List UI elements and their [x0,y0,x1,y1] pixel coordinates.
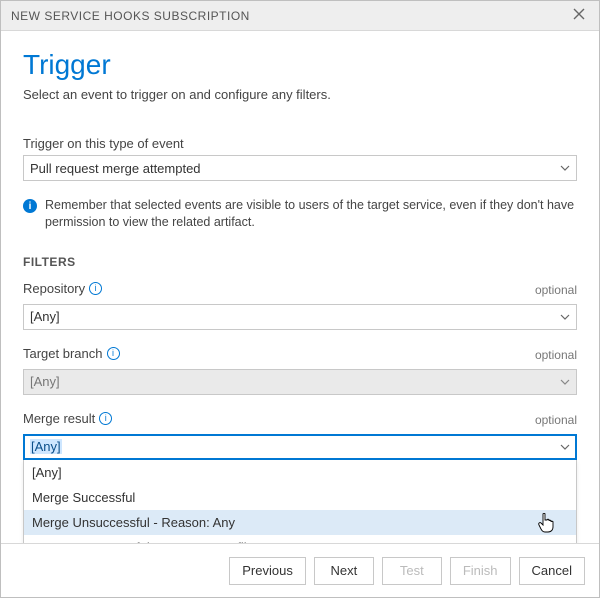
repository-field: Repository i optional [Any] [23,281,577,330]
cancel-button[interactable]: Cancel [519,557,585,585]
info-note: i Remember that selected events are visi… [23,197,577,231]
chevron-down-icon [560,444,570,450]
optional-label: optional [535,413,577,427]
target-branch-select[interactable]: [Any] [23,369,577,395]
merge-result-dropdown: [Any] Merge Successful Merge Unsuccessfu… [23,460,577,543]
repository-select[interactable]: [Any] [23,304,577,330]
titlebar-title: NEW SERVICE HOOKS SUBSCRIPTION [11,9,250,23]
merge-result-field: Merge result i optional [Any] [Any] Merg… [23,411,577,460]
event-type-field: Trigger on this type of event Pull reque… [23,136,577,181]
test-button: Test [382,557,442,585]
event-type-select[interactable]: Pull request merge attempted [23,155,577,181]
target-branch-value: [Any] [30,374,60,389]
help-icon[interactable]: i [107,347,120,360]
event-type-value: Pull request merge attempted [30,161,201,176]
chevron-down-icon [560,165,570,171]
merge-result-select[interactable]: [Any] [23,434,577,460]
info-icon: i [23,199,37,213]
dropdown-option-unsuccessful-any[interactable]: Merge Unsuccessful - Reason: Any [24,510,576,535]
previous-button[interactable]: Previous [229,557,306,585]
merge-result-label: Merge result i [23,411,112,426]
next-button[interactable]: Next [314,557,374,585]
repository-label: Repository i [23,281,102,296]
chevron-down-icon [560,379,570,385]
target-branch-label: Target branch i [23,346,120,361]
cursor-hand-icon [538,513,554,536]
help-icon[interactable]: i [89,282,102,295]
optional-label: optional [535,348,577,362]
content-area: Trigger Select an event to trigger on an… [1,31,599,543]
titlebar: NEW SERVICE HOOKS SUBSCRIPTION [1,1,599,31]
merge-result-value: [Any] [30,439,62,454]
info-note-text: Remember that selected events are visibl… [45,197,577,231]
dropdown-option-any[interactable]: [Any] [24,460,576,485]
page-subtitle: Select an event to trigger on and config… [23,87,577,102]
dialog-footer: Previous Next Test Finish Cancel [1,543,599,597]
repository-value: [Any] [30,309,60,324]
target-branch-field: Target branch i optional [Any] [23,346,577,395]
help-icon[interactable]: i [99,412,112,425]
optional-label: optional [535,283,577,297]
dialog-new-service-hooks: NEW SERVICE HOOKS SUBSCRIPTION Trigger S… [0,0,600,598]
close-icon[interactable] [569,7,589,24]
filters-header: FILTERS [23,255,577,269]
finish-button: Finish [450,557,511,585]
dropdown-option-successful[interactable]: Merge Successful [24,485,576,510]
dropdown-option-unsuccessful-conflicts[interactable]: Merge Unsuccessful - Reason: Conflicts [24,535,576,543]
page-title: Trigger [23,49,577,81]
chevron-down-icon [560,314,570,320]
event-type-label: Trigger on this type of event [23,136,577,151]
